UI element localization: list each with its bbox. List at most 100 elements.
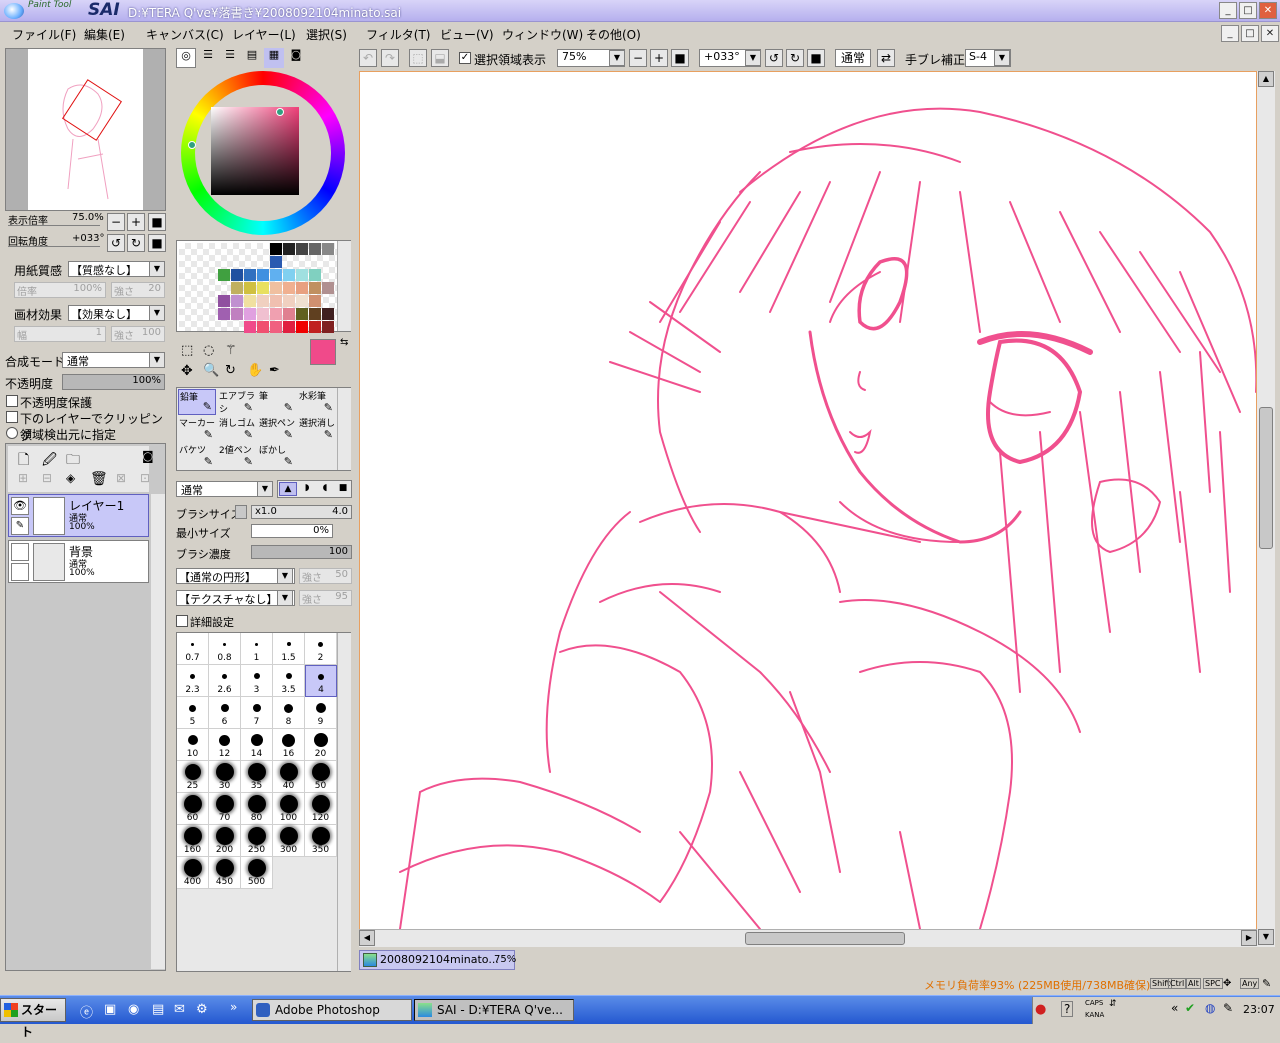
color-swatch[interactable] [218, 308, 230, 320]
brush-size-cell[interactable]: 5 [177, 697, 209, 729]
move-icon[interactable]: ✥ [181, 363, 193, 379]
rectangle-select-icon[interactable]: ⬚ [181, 343, 193, 358]
color-swatch[interactable] [244, 295, 256, 307]
color-swatch[interactable] [270, 256, 282, 268]
brush-size-cell[interactable]: 70 [209, 793, 241, 825]
brush-size-cell[interactable]: 2 [305, 633, 337, 665]
menu-window[interactable]: ウィンドウ(W) [502, 26, 583, 43]
color-swatch[interactable] [270, 308, 282, 320]
tray-app-icon[interactable]: ● [1035, 1002, 1046, 1017]
chevron-down-icon[interactable]: ▼ [745, 50, 761, 66]
ie-icon[interactable]: ⓔ [80, 1002, 93, 1021]
menu-edit[interactable]: 編集(E) [84, 26, 125, 43]
vertical-scroll-thumb[interactable] [1259, 407, 1273, 549]
visibility-toggle[interactable] [11, 543, 29, 561]
color-swatch[interactable] [283, 308, 295, 320]
vertical-scrollbar[interactable]: ▲ ▼ [1257, 71, 1275, 947]
lasso-icon[interactable]: ◌ [203, 343, 214, 358]
help-icon[interactable]: ? [1061, 1001, 1074, 1017]
tool-button[interactable]: 選択ペン ✎ [258, 416, 296, 442]
new-layer-icon[interactable]: 🗋 [18, 449, 29, 473]
brush-size-cell[interactable]: 7 [241, 697, 273, 729]
pen-icon[interactable]: ✎ [11, 517, 29, 535]
color-swatch[interactable] [231, 295, 243, 307]
brush-size-cell[interactable]: 1 [241, 633, 273, 665]
canvas-rotate-right-button[interactable]: ↻ [786, 49, 804, 67]
color-swatch[interactable] [218, 269, 230, 281]
brush-size-cell[interactable]: 8 [273, 697, 305, 729]
brush-shape-strength[interactable]: 強さ 50 [299, 568, 352, 584]
navigator-thumbnail[interactable] [28, 49, 143, 210]
lock-toggle[interactable] [11, 563, 29, 581]
color-swatch[interactable] [257, 282, 269, 294]
canvas-rotate-left-button[interactable]: ↺ [765, 49, 783, 67]
rgb-slider-tab-icon[interactable]: ☰ [198, 48, 218, 68]
horizontal-scroll-thumb[interactable] [745, 932, 905, 945]
color-swatch[interactable] [296, 308, 308, 320]
brush-size-cell[interactable]: 4 [305, 665, 337, 697]
eye-icon[interactable]: 👁 [11, 497, 29, 515]
brush-size-cell[interactable]: 2.6 [209, 665, 241, 697]
color-swatch[interactable] [270, 282, 282, 294]
color-swatch[interactable] [270, 269, 282, 281]
tool-button[interactable]: 筆 ✎ [258, 389, 296, 415]
hue-picker-handle[interactable] [188, 141, 196, 149]
brush-size-cell[interactable]: 400 [177, 857, 209, 889]
menu-layer[interactable]: レイヤー(L) [232, 26, 296, 43]
flatten-icon[interactable]: ⊡ [140, 471, 150, 485]
brush-size-cell[interactable]: 250 [241, 825, 273, 857]
canvas-zoom-reset-button[interactable]: ■ [671, 49, 689, 67]
new-linework-layer-icon[interactable]: 🖉 [42, 449, 57, 473]
brush-size-cell[interactable]: 12 [209, 729, 241, 761]
start-button[interactable]: スタート [0, 998, 66, 1039]
color-swatch[interactable] [244, 282, 256, 294]
color-swatch[interactable] [309, 321, 321, 333]
menu-canvas[interactable]: キャンバス(C) [146, 26, 224, 43]
rotate-reset-button[interactable]: ■ [148, 234, 166, 252]
canvas-rotate-reset-button[interactable]: ■ [807, 49, 825, 67]
taskbar-sai[interactable]: SAI - D:¥TERA Q've... [414, 999, 574, 1021]
preserve-opacity-checkbox[interactable] [6, 395, 18, 407]
color-swatch[interactable] [296, 282, 308, 294]
brush-size-slider[interactable]: x1.0 4.0 [251, 505, 352, 519]
horizontal-scrollbar[interactable]: ◀ ▶ [359, 929, 1257, 947]
brush-edge-selector[interactable]: ▲ ◗ ◖ ■ [277, 480, 352, 498]
brush-size-cell[interactable]: 0.8 [209, 633, 241, 665]
rotate-left-button[interactable]: ↺ [107, 234, 125, 252]
brush-size-cell[interactable]: 50 [305, 761, 337, 793]
undo-button[interactable]: ↶ [359, 49, 377, 67]
color-swatch[interactable] [309, 243, 321, 255]
saturation-value-square[interactable] [211, 107, 299, 195]
color-swatch[interactable] [296, 295, 308, 307]
color-swatch[interactable] [244, 321, 256, 333]
color-swatch[interactable] [270, 243, 282, 255]
chevron-down-icon[interactable]: ▼ [257, 481, 273, 497]
menu-file[interactable]: ファイル(F) [12, 26, 76, 43]
color-swatch[interactable] [309, 295, 321, 307]
color-swatch[interactable] [322, 243, 334, 255]
brush-size-cell[interactable]: 35 [241, 761, 273, 793]
zoom-slider[interactable] [8, 225, 100, 226]
clipping-checkbox[interactable] [6, 411, 18, 423]
edge-flat-icon[interactable]: ■ [334, 482, 352, 496]
color-swatch[interactable] [283, 243, 295, 255]
doc-minimize-button[interactable]: _ [1221, 25, 1239, 42]
paper-scale-field[interactable]: 倍率 100% [14, 282, 106, 298]
brush-size-cell[interactable]: 120 [305, 793, 337, 825]
canvas-zoom-out-button[interactable]: − [629, 49, 647, 67]
brush-size-mult-button[interactable] [235, 505, 247, 519]
tool-button[interactable]: 選択消し ✎ [298, 416, 336, 442]
canvas-zoom-in-button[interactable]: + [650, 49, 668, 67]
taskbar-photoshop[interactable]: Adobe Photoshop [252, 999, 412, 1021]
sv-picker-handle[interactable] [276, 108, 284, 116]
brush-size-cell[interactable]: 200 [209, 825, 241, 857]
menu-select[interactable]: 選択(S) [306, 26, 347, 43]
scroll-right-icon[interactable]: ▶ [1241, 930, 1257, 946]
edge-hard-icon[interactable]: ▲ [279, 482, 297, 496]
menu-other[interactable]: その他(O) [586, 26, 641, 43]
color-swatch[interactable] [283, 269, 295, 281]
eyedropper-icon[interactable]: ✒ [269, 363, 280, 378]
menu-filter[interactable]: フィルタ(T) [366, 26, 430, 43]
zoom-icon[interactable]: 🔍 [203, 363, 219, 378]
zoom-out-button[interactable]: − [107, 213, 125, 231]
